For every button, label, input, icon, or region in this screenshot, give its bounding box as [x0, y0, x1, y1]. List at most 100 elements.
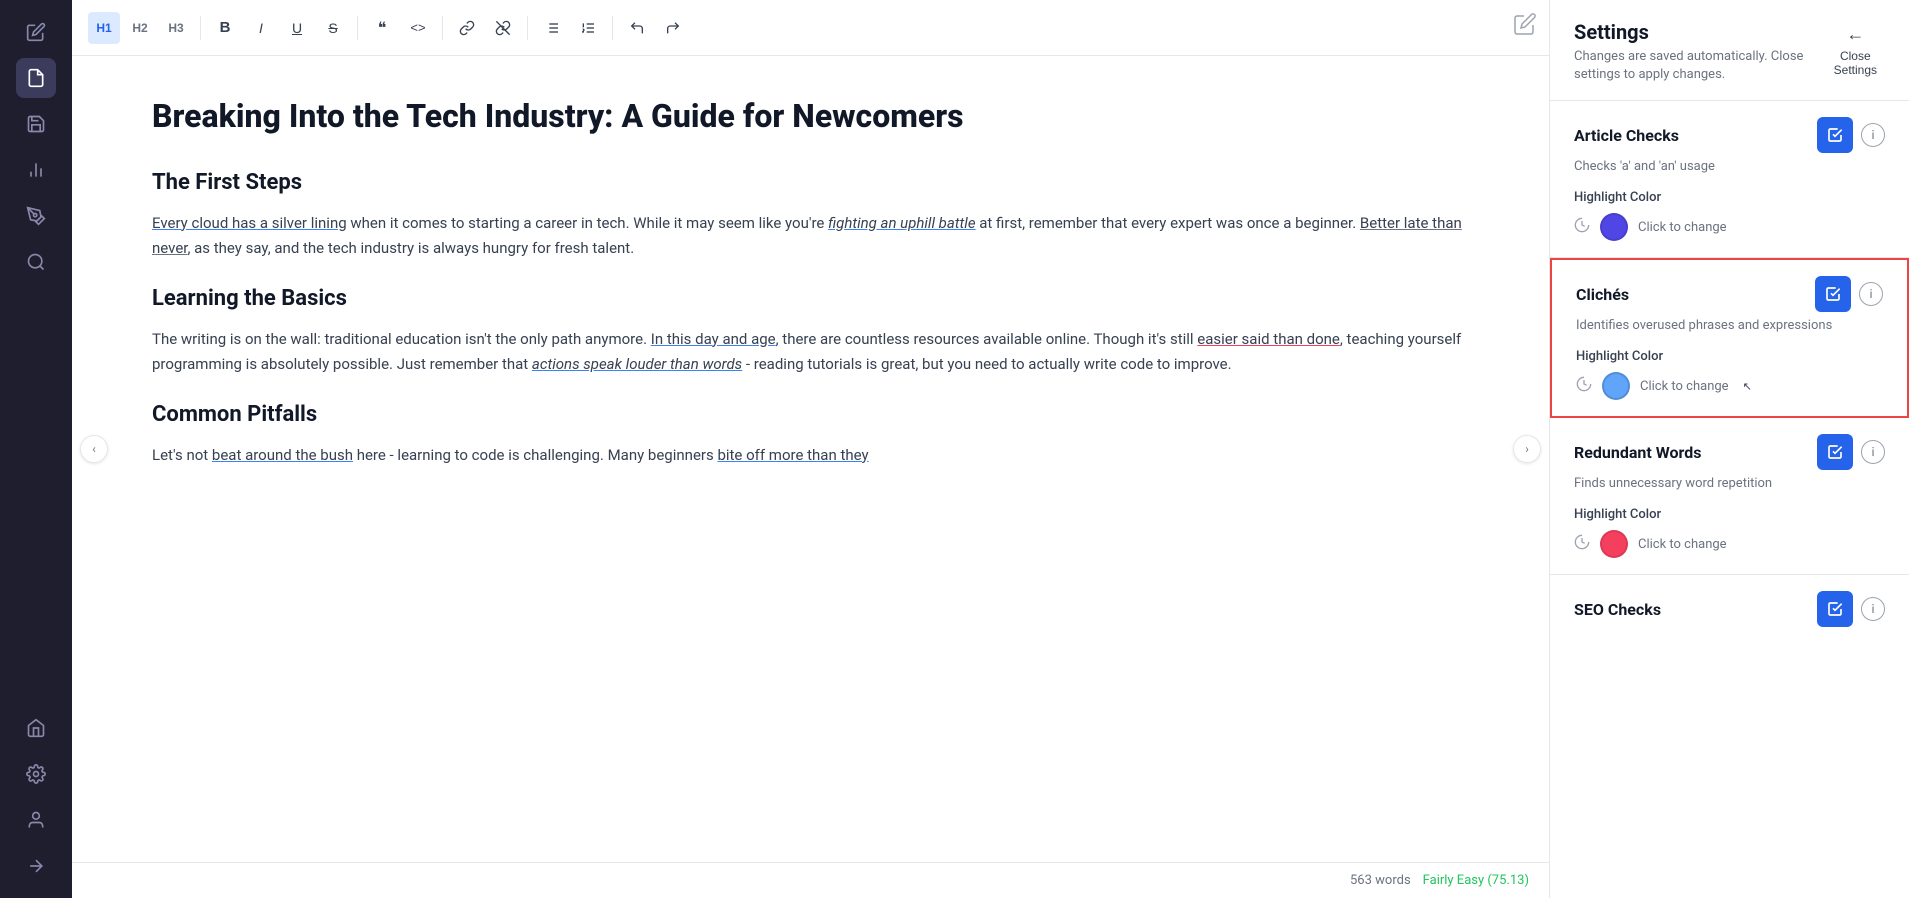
section-paragraph-3: Let's not beat around the bush here - le… — [152, 443, 1469, 469]
redundant-words-title: Redundant Words — [1574, 443, 1701, 462]
article-checks-controls: i — [1817, 117, 1885, 153]
seo-checks-controls: i — [1817, 591, 1885, 627]
article-checks-click-label[interactable]: Click to change — [1638, 220, 1727, 235]
word-count: 563 words — [1350, 873, 1411, 888]
redundant-words-header: Redundant Words i — [1574, 434, 1885, 470]
italic-button[interactable]: I — [245, 12, 277, 44]
cliche-3[interactable]: Better late than never — [152, 214, 1462, 258]
cliche-7[interactable]: beat around the bush — [212, 446, 353, 464]
sidebar-home-icon[interactable] — [16, 708, 56, 748]
nav-arrow-left[interactable]: ‹ — [80, 435, 108, 463]
section-paragraph-1: Every cloud has a silver lining when it … — [152, 211, 1469, 262]
underline-button[interactable]: U — [281, 12, 313, 44]
sidebar-search-icon[interactable] — [16, 242, 56, 282]
article-title: Breaking Into the Tech Industry: A Guide… — [152, 96, 1469, 138]
readability-badge: Fairly Easy (75.13) — [1423, 873, 1529, 888]
sidebar-edit-icon[interactable] — [16, 12, 56, 52]
section-heading-3: Common Pitfalls — [152, 402, 1469, 427]
h3-button[interactable]: H3 — [160, 12, 192, 44]
section-paragraph-2: The writing is on the wall: traditional … — [152, 327, 1469, 378]
cliche-6[interactable]: actions speak louder than words — [532, 355, 742, 373]
sidebar-brush-icon[interactable] — [16, 196, 56, 236]
cliche-4[interactable]: In this day and age — [651, 330, 776, 348]
cliche-8[interactable]: bite off more than they — [717, 446, 868, 464]
strike-button[interactable]: S — [317, 12, 349, 44]
cursor-indicator: ↖ — [1743, 380, 1752, 393]
settings-panel: Settings Changes are saved automatically… — [1549, 0, 1909, 898]
seo-checks-section: SEO Checks i — [1550, 575, 1909, 649]
toolbar-divider-3 — [442, 16, 443, 40]
sidebar-document-icon[interactable] — [16, 58, 56, 98]
redundant-words-toggle[interactable] — [1817, 434, 1853, 470]
link-button[interactable] — [451, 12, 483, 44]
undo-button[interactable] — [621, 12, 653, 44]
redundant-words-color-row: Click to change — [1574, 530, 1885, 558]
cliche-5[interactable]: easier said than done — [1197, 330, 1340, 348]
cliches-header: Clichés i — [1576, 276, 1883, 312]
cliches-controls: i — [1815, 276, 1883, 312]
sidebar-settings-icon[interactable] — [16, 754, 56, 794]
cliches-section: Clichés i Identifies overused phrases an… — [1550, 258, 1909, 418]
h1-button[interactable]: H1 — [88, 12, 120, 44]
seo-checks-title: SEO Checks — [1574, 600, 1661, 619]
unlink-button[interactable] — [487, 12, 519, 44]
h2-button[interactable]: H2 — [124, 12, 156, 44]
paint-icon-3 — [1574, 534, 1590, 554]
word-count-bar: 563 words Fairly Easy (75.13) — [72, 862, 1549, 898]
cliche-1[interactable]: Every cloud has a silver lining — [152, 214, 347, 232]
redundant-words-click-label[interactable]: Click to change — [1638, 537, 1727, 552]
toolbar-divider-2 — [357, 16, 358, 40]
article-checks-highlight-label: Highlight Color — [1574, 190, 1885, 205]
redundant-words-color-dot[interactable] — [1600, 530, 1628, 558]
settings-subtitle: Changes are saved automatically. Close s… — [1574, 48, 1826, 84]
article-checks-desc: Checks 'a' and 'an' usage — [1574, 159, 1885, 174]
pencil-icon-area[interactable] — [1513, 12, 1537, 40]
bullet-list-button[interactable] — [536, 12, 568, 44]
article-checks-section: Article Checks i Checks 'a' and 'an' usa… — [1550, 101, 1909, 258]
nav-arrow-right[interactable]: › — [1513, 435, 1541, 463]
redundant-words-controls: i — [1817, 434, 1885, 470]
cliches-toggle[interactable] — [1815, 276, 1851, 312]
settings-header: Settings Changes are saved automatically… — [1550, 0, 1909, 101]
cliches-info[interactable]: i — [1859, 282, 1883, 306]
cliches-desc: Identifies overused phrases and expressi… — [1576, 318, 1883, 333]
close-arrow-icon: ← — [1846, 24, 1864, 45]
toolbar: H1 H2 H3 B I U S ❝ <> — [72, 0, 1549, 56]
sidebar-chart-icon[interactable] — [16, 150, 56, 190]
redundant-words-desc: Finds unnecessary word repetition — [1574, 476, 1885, 491]
sidebar-arrow-icon[interactable] — [16, 846, 56, 886]
paint-icon-1 — [1574, 217, 1590, 237]
cliches-highlight-label: Highlight Color — [1576, 349, 1883, 364]
editor-area[interactable]: Breaking Into the Tech Industry: A Guide… — [72, 56, 1549, 898]
cliches-click-label[interactable]: Click to change — [1640, 379, 1729, 394]
code-button[interactable]: <> — [402, 12, 434, 44]
redundant-words-section: Redundant Words i Finds unnecessary word… — [1550, 418, 1909, 575]
article-checks-color-dot[interactable] — [1600, 213, 1628, 241]
sidebar-user-icon[interactable] — [16, 800, 56, 840]
sidebar-save-icon[interactable] — [16, 104, 56, 144]
cliches-color-dot[interactable] — [1602, 372, 1630, 400]
seo-checks-toggle[interactable] — [1817, 591, 1853, 627]
close-settings-label: CloseSettings — [1834, 49, 1877, 78]
sidebar — [0, 0, 72, 898]
redundant-words-info[interactable]: i — [1861, 440, 1885, 464]
article-checks-color-row: Click to change — [1574, 213, 1885, 241]
redo-button[interactable] — [657, 12, 689, 44]
seo-checks-header: SEO Checks i — [1574, 591, 1885, 627]
article-checks-header: Article Checks i — [1574, 117, 1885, 153]
article-checks-toggle[interactable] — [1817, 117, 1853, 153]
cliches-title: Clichés — [1576, 285, 1629, 304]
cliche-2[interactable]: fighting an uphill battle — [828, 214, 975, 232]
bold-button[interactable]: B — [209, 12, 241, 44]
quote-button[interactable]: ❝ — [366, 12, 398, 44]
paint-icon-2 — [1576, 376, 1592, 396]
section-heading-2: Learning the Basics — [152, 286, 1469, 311]
ordered-list-button[interactable] — [572, 12, 604, 44]
article-checks-title: Article Checks — [1574, 126, 1679, 145]
toolbar-divider-4 — [527, 16, 528, 40]
redundant-words-highlight-label: Highlight Color — [1574, 507, 1885, 522]
close-settings-button[interactable]: ← CloseSettings — [1826, 20, 1885, 82]
article-checks-info[interactable]: i — [1861, 123, 1885, 147]
seo-checks-info[interactable]: i — [1861, 597, 1885, 621]
cliches-color-row: Click to change ↖ — [1576, 372, 1883, 400]
